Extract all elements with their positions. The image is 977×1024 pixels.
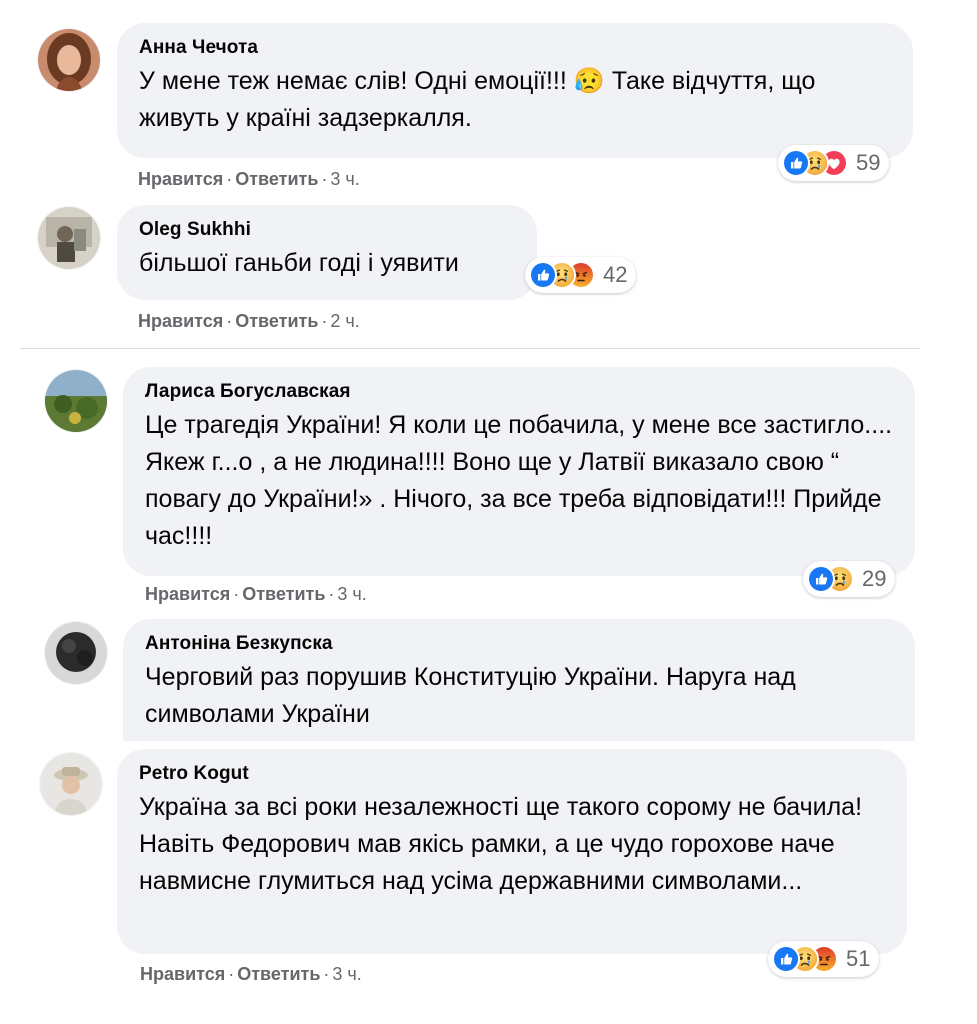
like-icon — [529, 261, 557, 289]
reactions-summary[interactable]: 29 — [803, 561, 896, 597]
reply-link[interactable]: Ответить — [237, 964, 320, 984]
comment-bubble: Petro Kogut Україна за всі роки незалежн… — [117, 749, 907, 954]
comment-text: більшої ганьби годі і уявити — [139, 249, 459, 277]
avatar[interactable] — [38, 29, 100, 91]
like-icon — [782, 149, 810, 177]
reply-link[interactable]: Ответить — [235, 311, 318, 331]
reaction-count: 59 — [856, 150, 881, 175]
comment-author[interactable]: Oleg Sukhhi — [139, 218, 515, 242]
like-link[interactable]: Нравится — [140, 964, 225, 984]
reactions-summary[interactable]: 59 — [778, 145, 890, 181]
reaction-count: 51 — [846, 946, 871, 971]
comment-author[interactable]: Антоніна Безкупска — [145, 632, 893, 656]
comment-time[interactable]: 3 ч. — [330, 169, 359, 189]
reactions-summary[interactable]: 51 — [768, 941, 880, 977]
like-link[interactable]: Нравится — [138, 169, 223, 189]
comment-bubble: Анна Чечота У мене теж немає слів! Одні … — [117, 23, 913, 158]
comment-actions: Нравится · Ответить · 2 ч. — [138, 311, 360, 331]
comment-actions: Нравится · Ответить · 3 ч. — [138, 169, 360, 189]
comment-time[interactable]: 2 ч. — [330, 311, 359, 331]
divider — [20, 348, 920, 349]
comment-bubble: Oleg Sukhhi більшої ганьби годі і уявити — [117, 205, 537, 300]
reaction-count: 29 — [862, 566, 887, 591]
comment-bubble: Антоніна Безкупска Черговий раз порушив … — [123, 619, 915, 741]
comment-text: У мене теж немає слів! Одні емоції!!! 😥 … — [139, 67, 816, 132]
reply-link[interactable]: Ответить — [235, 169, 318, 189]
comment-actions: Нравится · Ответить · 3 ч. — [145, 584, 367, 604]
comment-author[interactable]: Анна Чечота — [139, 36, 891, 60]
comment-bubble: Лариса Богуславская Це трагедія України!… — [123, 367, 915, 576]
avatar[interactable] — [45, 622, 107, 684]
comment-author[interactable]: Petro Kogut — [139, 762, 885, 786]
like-icon — [772, 945, 800, 973]
avatar[interactable] — [38, 207, 100, 269]
comment-text: Це трагедія України! Я коли це побачила,… — [145, 411, 893, 550]
comment-time[interactable]: 3 ч. — [332, 964, 361, 984]
comment-time[interactable]: 3 ч. — [337, 584, 366, 604]
comment-actions: Нравится · Ответить · 3 ч. — [140, 964, 362, 984]
reactions-summary[interactable]: 42 — [525, 257, 637, 293]
like-icon — [807, 565, 835, 593]
avatar[interactable] — [45, 370, 107, 432]
reply-link[interactable]: Ответить — [242, 584, 325, 604]
reaction-count: 42 — [603, 262, 628, 287]
comment-text: Черговий раз порушив Конституцію України… — [145, 663, 796, 728]
comment-author[interactable]: Лариса Богуславская — [145, 380, 893, 404]
avatar[interactable] — [40, 753, 102, 815]
comment-text: Україна за всі роки незалежності ще тако… — [139, 793, 863, 895]
like-link[interactable]: Нравится — [138, 311, 223, 331]
like-link[interactable]: Нравится — [145, 584, 230, 604]
